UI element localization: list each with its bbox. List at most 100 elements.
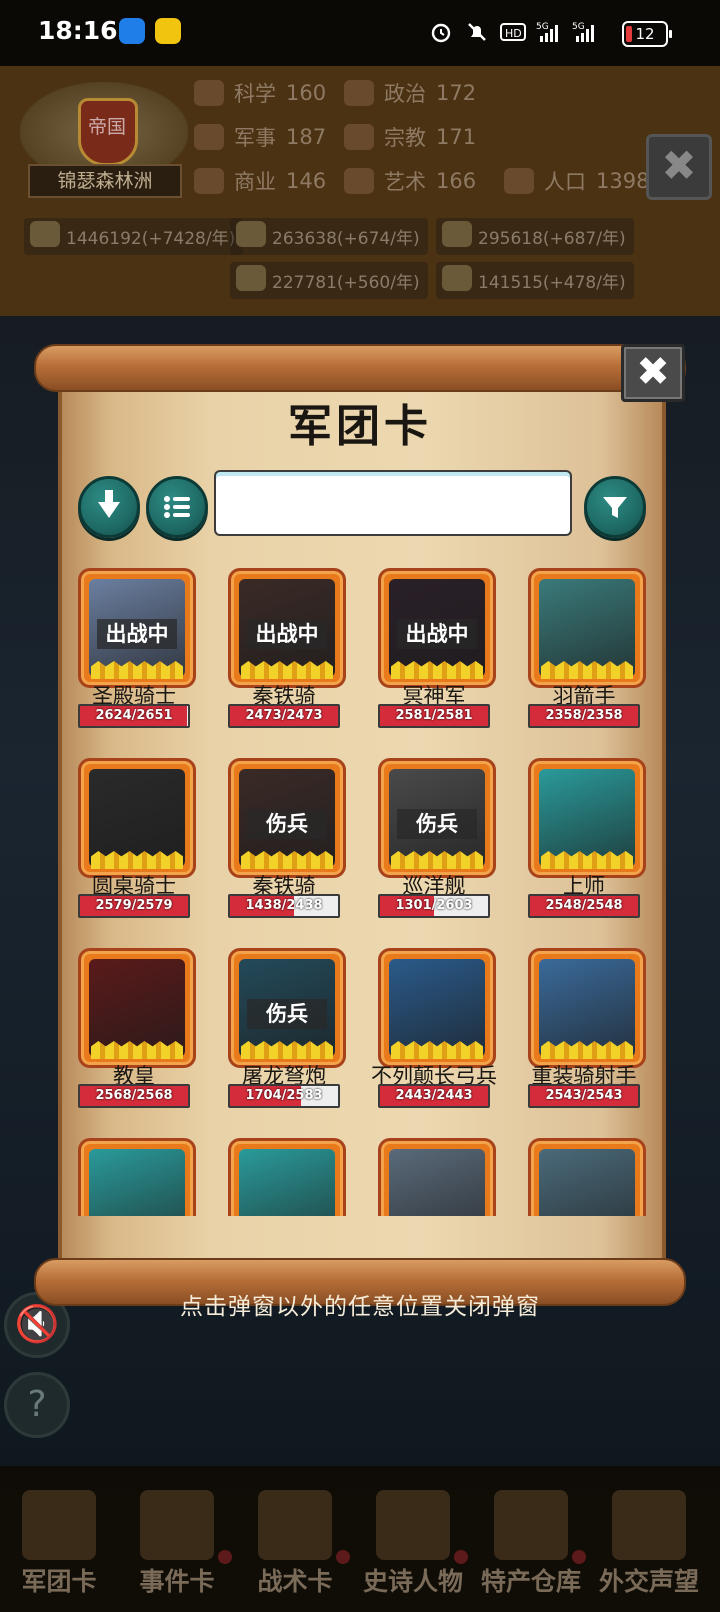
legion-card[interactable]: 伤兵 屠龙弩炮 1704/2583 [220,936,370,1126]
hp-text: 2581/2581 [395,708,473,723]
hd-icon: HD [500,23,526,41]
status-bar: 18:16 HD 5G 5G 12 [0,0,720,66]
nav-diplomacy[interactable]: 外交声望 [590,1490,708,1612]
hp-text: 2579/2579 [95,898,173,913]
chest-icon [494,1490,568,1560]
card-grid: 出战中 圣殿骑士 2624/2651 出战中 秦铁骑 2473/2473 出战中 冥神军 258… [70,556,650,1216]
politics-icon [344,80,374,106]
nav-event-cards[interactable]: 事件卡 [118,1490,236,1612]
resource-meat: 141515(+478/年) [436,262,634,299]
nav-epic-figures[interactable]: 史诗人物 [354,1490,472,1612]
hp-bar: 2358/2358 [528,704,640,728]
empire-emblem: 帝国 锦瑟森林洲 [20,82,188,202]
card-frame: 伤兵 [378,758,496,878]
unit-portrait [89,1149,185,1216]
legion-card[interactable]: 教皇 2568/2568 [70,936,220,1126]
religion-icon [344,124,374,150]
card-frame [528,1138,646,1216]
empire-name: 锦瑟森林洲 [28,164,182,198]
unit-portrait [89,959,185,1057]
card-frame [528,568,646,688]
card-frame: 出战中 [378,568,496,688]
stat-politics: 政治 172 [344,78,476,108]
unit-portrait [239,1149,335,1216]
unit-portrait [539,1149,635,1216]
card-frame [378,948,496,1068]
sort-down-button[interactable] [78,476,140,538]
legion-card[interactable] [220,1126,370,1216]
stat-population: 人口 1398 [504,166,649,196]
feather-icon [442,221,472,247]
empire-panel: 帝国 锦瑟森林洲 科学 160 政治 172 军事 187 宗教 171 商业 146 艺… [0,66,720,316]
alarm-icon [431,23,451,43]
card-status-badge: 出战中 [97,619,177,649]
filter-button[interactable] [584,476,646,538]
nav-specialty-warehouse[interactable]: 特产仓库 [472,1490,590,1612]
legion-card[interactable]: 重装骑射手 2543/2543 [520,936,650,1126]
hp-text: 2473/2473 [245,708,323,723]
bottom-nav: 军团卡 事件卡 战术卡 史诗人物 特产仓库 外交声望 [0,1490,720,1612]
hp-bar: 2624/2651 [78,704,190,728]
legion-card[interactable]: 出战中 圣殿骑士 2624/2651 [70,556,220,746]
legion-card[interactable] [70,1126,220,1216]
card-frame: 出战中 [228,568,346,688]
list-view-button[interactable] [146,476,208,538]
meat-icon [442,265,472,291]
modal-close-button[interactable]: ✖ [621,344,685,402]
filter-icon [603,497,627,518]
stat-science: 科学 160 [194,78,326,108]
hp-bar: 1438/2438 [228,894,340,918]
legion-card[interactable]: 不列颠长弓兵 2443/2443 [370,936,520,1126]
card-status-badge: 出战中 [397,619,477,649]
scroll-icon [140,1490,214,1560]
mute-icon [468,23,486,41]
legion-card[interactable]: 上师 2548/2548 [520,746,650,936]
down-arrow-icon [98,490,120,518]
legion-card[interactable]: 出战中 秦铁骑 2473/2473 [220,556,370,746]
stat-religion: 宗教 171 [344,122,476,152]
5g-signal-icon: 5G [572,22,594,42]
nav-legion-cards[interactable]: 军团卡 [0,1490,118,1612]
crown-icon [376,1490,450,1560]
unit-portrait [89,769,185,867]
iron-icon [236,265,266,291]
legion-card[interactable]: 圆桌骑士 2579/2579 [70,746,220,936]
card-frame: 出战中 [78,568,196,688]
hp-text: 2543/2543 [545,1088,623,1103]
legion-card[interactable]: 羽箭手 2358/2358 [520,556,650,746]
hp-text: 2358/2358 [545,708,623,723]
card-frame [228,1138,346,1216]
legion-card[interactable] [520,1126,650,1216]
svg-text:5G: 5G [572,22,585,32]
hp-text: 2548/2548 [545,898,623,913]
hp-bar: 1704/2583 [228,1084,340,1108]
art-icon [344,168,374,194]
letter-icon [612,1490,686,1560]
hp-bar: 2579/2579 [78,894,190,918]
nav-tactic-cards[interactable]: 战术卡 [236,1490,354,1612]
search-input[interactable] [214,470,572,536]
resource-gold: 1446192(+7428/年) [24,218,244,255]
legion-card[interactable] [370,1126,520,1216]
help-button[interactable]: ? [4,1372,70,1438]
compass-icon [258,1490,332,1560]
card-frame [378,1138,496,1216]
hp-text: 1438/2438 [245,898,323,913]
hp-bar: 2543/2543 [528,1084,640,1108]
helmet-icon [22,1490,96,1560]
svg-text:5G: 5G [536,22,549,32]
empire-rank: 帝国 [87,116,126,138]
legion-card[interactable]: 伤兵 秦铁骑 1438/2438 [220,746,370,936]
hp-text: 1301/2603 [395,898,473,913]
legion-card[interactable]: 出战中 冥神军 2581/2581 [370,556,520,746]
card-status-badge: 伤兵 [247,999,327,1029]
battery-indicator: 12 [622,21,672,47]
gold-icon [30,221,60,247]
science-icon [194,80,224,106]
qq-app-icon [119,18,145,44]
hp-bar: 2443/2443 [378,1084,490,1108]
hp-bar: 2473/2473 [228,704,340,728]
resource-iron: 227781(+560/年) [230,262,428,299]
hp-text: 2568/2568 [95,1088,173,1103]
legion-card[interactable]: 伤兵 巡洋舰 1301/2603 [370,746,520,936]
